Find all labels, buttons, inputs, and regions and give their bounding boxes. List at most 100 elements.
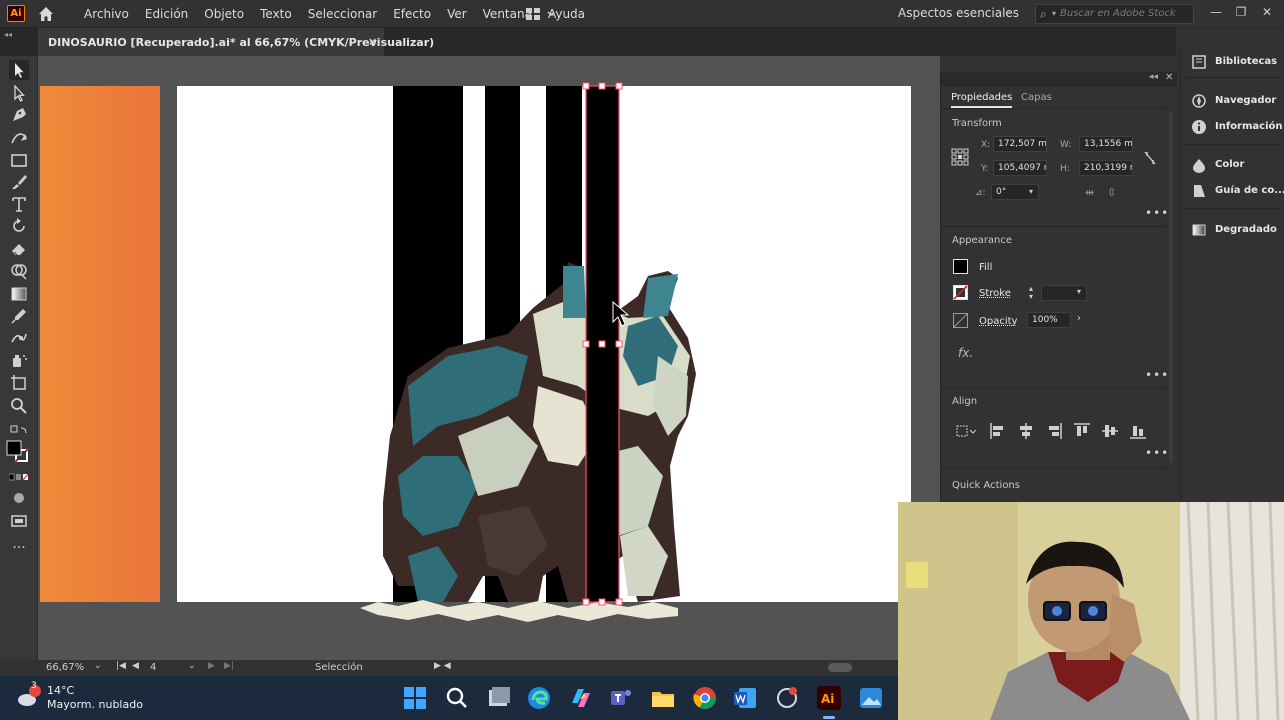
flip-vertical-icon[interactable]: ⇳ bbox=[1107, 186, 1116, 199]
workspace-switcher[interactable]: Aspectos esenciales bbox=[898, 6, 1019, 20]
align-top-icon[interactable] bbox=[1073, 422, 1091, 440]
minimize-button[interactable]: — bbox=[1205, 2, 1227, 22]
zoom-level[interactable]: 66,67% bbox=[46, 662, 84, 673]
h-field[interactable]: 210,3199 r bbox=[1079, 160, 1133, 176]
align-vertical-center-icon[interactable] bbox=[1101, 422, 1119, 440]
chevron-down-icon[interactable]: ⌄ bbox=[1004, 6, 1012, 17]
tab-capas[interactable]: Capas bbox=[1021, 92, 1052, 103]
zoom-tool[interactable] bbox=[9, 396, 29, 416]
opacity-field[interactable]: 100% bbox=[1027, 312, 1071, 328]
artwork[interactable] bbox=[38, 56, 940, 660]
search-icon[interactable] bbox=[444, 685, 470, 711]
photos-icon[interactable] bbox=[858, 685, 884, 711]
edit-toolbar-icon[interactable]: ··· bbox=[9, 540, 29, 560]
properties-scrollbar[interactable] bbox=[1169, 112, 1173, 462]
document-tab[interactable]: DINOSAURIO [Recuperado].ai* al 66,67% (C… bbox=[38, 28, 434, 56]
symbol-sprayer-tool[interactable] bbox=[9, 351, 29, 371]
canvas[interactable] bbox=[38, 56, 940, 660]
fill-stroke-swatch[interactable] bbox=[6, 440, 30, 464]
screen-mode-icon[interactable] bbox=[9, 511, 29, 531]
close-window-button[interactable]: ✕ bbox=[1256, 2, 1278, 22]
horizontal-scrollbar[interactable] bbox=[828, 663, 852, 672]
align-left-icon[interactable] bbox=[989, 422, 1007, 440]
chevron-down-icon[interactable]: ⌄ bbox=[188, 661, 196, 671]
stock-search-input[interactable]: ⌕ ▾ Buscar en Adobe Stock bbox=[1035, 4, 1194, 24]
menu-edicion[interactable]: Edición bbox=[137, 7, 196, 21]
chevron-down-icon[interactable]: ▾ bbox=[1077, 287, 1081, 296]
edge-icon[interactable] bbox=[526, 685, 552, 711]
word-icon[interactable] bbox=[732, 685, 758, 711]
transform-more-icon[interactable]: ••• bbox=[1145, 206, 1169, 220]
first-artboard-icon[interactable]: |◀ bbox=[116, 661, 126, 671]
fill-swatch[interactable] bbox=[953, 259, 968, 274]
y-field[interactable]: 105,4097 r bbox=[993, 160, 1047, 176]
w-field[interactable]: 13,1556 mr bbox=[1079, 136, 1133, 152]
close-document-button[interactable]: × bbox=[368, 35, 377, 48]
dock-degradado[interactable]: Degradado bbox=[1181, 217, 1284, 243]
dock-informacion[interactable]: Información bbox=[1181, 114, 1284, 140]
reference-point-icon[interactable] bbox=[951, 148, 969, 166]
curvature-tool[interactable] bbox=[9, 127, 29, 147]
restore-button[interactable]: ❐ bbox=[1230, 2, 1252, 22]
close-panel-icon[interactable]: ✕ bbox=[1165, 72, 1173, 83]
selection-tool[interactable] bbox=[9, 60, 29, 80]
appearance-more-icon[interactable]: ••• bbox=[1145, 368, 1169, 382]
pen-tool[interactable] bbox=[9, 105, 29, 125]
snipping-icon[interactable] bbox=[774, 685, 800, 711]
eyedropper-tool[interactable] bbox=[9, 306, 29, 326]
dock-guia-de-color[interactable]: Guía de co... bbox=[1181, 178, 1284, 204]
rectangle-tool[interactable] bbox=[9, 150, 29, 170]
fx-button[interactable]: fx. bbox=[958, 346, 973, 360]
dock-navegador[interactable]: Navegador bbox=[1181, 88, 1284, 114]
last-artboard-icon[interactable]: ▶| bbox=[224, 661, 234, 671]
weather-cloud-icon[interactable] bbox=[14, 682, 44, 712]
eraser-tool[interactable] bbox=[9, 239, 29, 259]
drawing-mode-icon[interactable] bbox=[9, 488, 29, 508]
menu-ver[interactable]: Ver bbox=[439, 7, 475, 21]
copilot-icon[interactable] bbox=[568, 685, 594, 711]
menu-archivo[interactable]: Archivo bbox=[76, 7, 137, 21]
link-constrain-icon[interactable] bbox=[1143, 150, 1157, 166]
x-field[interactable]: 172,507 mr bbox=[993, 136, 1047, 152]
dock-color[interactable]: Color bbox=[1181, 152, 1284, 178]
menu-objeto[interactable]: Objeto bbox=[196, 7, 252, 21]
dock-bibliotecas[interactable]: Bibliotecas bbox=[1181, 49, 1284, 75]
shape-builder-tool[interactable] bbox=[9, 261, 29, 281]
illustrator-icon[interactable]: Ai bbox=[816, 685, 842, 711]
file-explorer-icon[interactable] bbox=[650, 685, 676, 711]
rotate-tool[interactable] bbox=[9, 216, 29, 236]
gradient-tool[interactable] bbox=[9, 284, 29, 304]
type-tool[interactable] bbox=[9, 194, 29, 214]
chrome-icon[interactable] bbox=[692, 685, 718, 711]
puppet-warp-tool[interactable] bbox=[9, 328, 29, 348]
menu-seleccionar[interactable]: Seleccionar bbox=[300, 7, 385, 21]
menu-texto[interactable]: Texto bbox=[252, 7, 300, 21]
align-horizontal-center-icon[interactable] bbox=[1017, 422, 1035, 440]
arrange-documents-icon[interactable] bbox=[524, 5, 558, 23]
collapse-panel-icon[interactable]: ◂◂ bbox=[1149, 72, 1158, 82]
tab-propiedades[interactable]: Propiedades bbox=[951, 92, 1013, 108]
chevron-down-icon[interactable]: ⌄ bbox=[94, 661, 102, 671]
opacity-label[interactable]: Opacity bbox=[979, 316, 1017, 327]
flip-horizontal-icon[interactable]: ⇹ bbox=[1085, 186, 1094, 199]
chevron-right-icon[interactable]: › bbox=[1077, 313, 1081, 324]
stroke-swatch[interactable] bbox=[953, 285, 968, 300]
align-to-selection-icon[interactable] bbox=[955, 422, 977, 440]
stroke-label[interactable]: Stroke bbox=[979, 288, 1011, 299]
align-bottom-icon[interactable] bbox=[1129, 422, 1147, 440]
align-right-icon[interactable] bbox=[1045, 422, 1063, 440]
color-mode-buttons[interactable] bbox=[8, 473, 29, 483]
home-icon[interactable] bbox=[36, 4, 56, 24]
previous-artboard-icon[interactable]: ◀ bbox=[132, 661, 139, 671]
next-artboard-icon[interactable]: ▶ bbox=[208, 661, 215, 671]
teams-icon[interactable] bbox=[608, 685, 634, 711]
start-icon[interactable] bbox=[402, 685, 428, 711]
task-view-icon[interactable] bbox=[486, 685, 512, 711]
collapse-panels-icon[interactable]: ◂◂ bbox=[4, 30, 12, 39]
direct-selection-tool[interactable] bbox=[9, 83, 29, 103]
stroke-stepper[interactable]: ▴ ▾ bbox=[1029, 285, 1033, 301]
artboard-tool[interactable] bbox=[9, 373, 29, 393]
chevron-down-icon[interactable]: ▾ bbox=[1029, 187, 1033, 196]
status-menu-arrow-icon[interactable]: ▶ ◀ bbox=[434, 661, 451, 671]
align-more-icon[interactable]: ••• bbox=[1145, 446, 1169, 460]
